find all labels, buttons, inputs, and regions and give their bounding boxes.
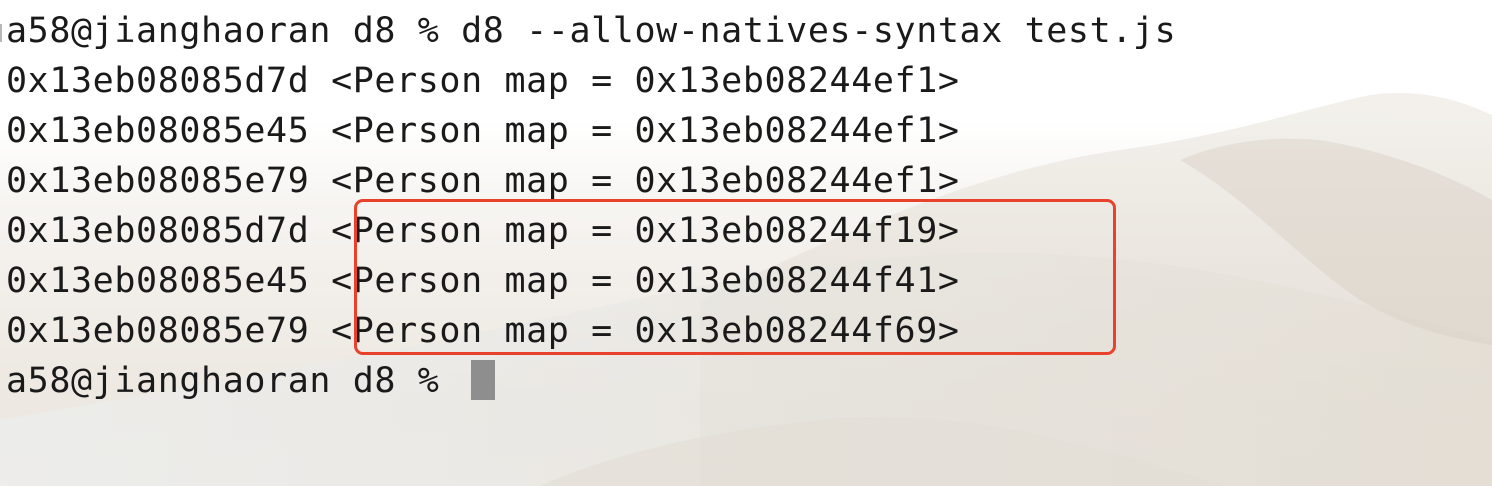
text-cursor — [471, 360, 496, 400]
line-marker — [0, 24, 2, 42]
output-line: 0x13eb08085e45 <Person map = 0x13eb08244… — [6, 111, 960, 151]
command-line: a58@jianghaoran d8 % d8 --allow-natives-… — [6, 11, 1177, 51]
prompt-line[interactable]: a58@jianghaoran d8 % — [6, 356, 1176, 406]
terminal-window[interactable]: a58@jianghaoran d8 % d8 --allow-natives-… — [0, 0, 1492, 486]
output-line: 0x13eb08085d7d <Person map = 0x13eb08244… — [6, 61, 960, 101]
shell-prompt: a58@jianghaoran d8 % — [6, 361, 462, 401]
highlight-annotation-box — [354, 199, 1116, 355]
